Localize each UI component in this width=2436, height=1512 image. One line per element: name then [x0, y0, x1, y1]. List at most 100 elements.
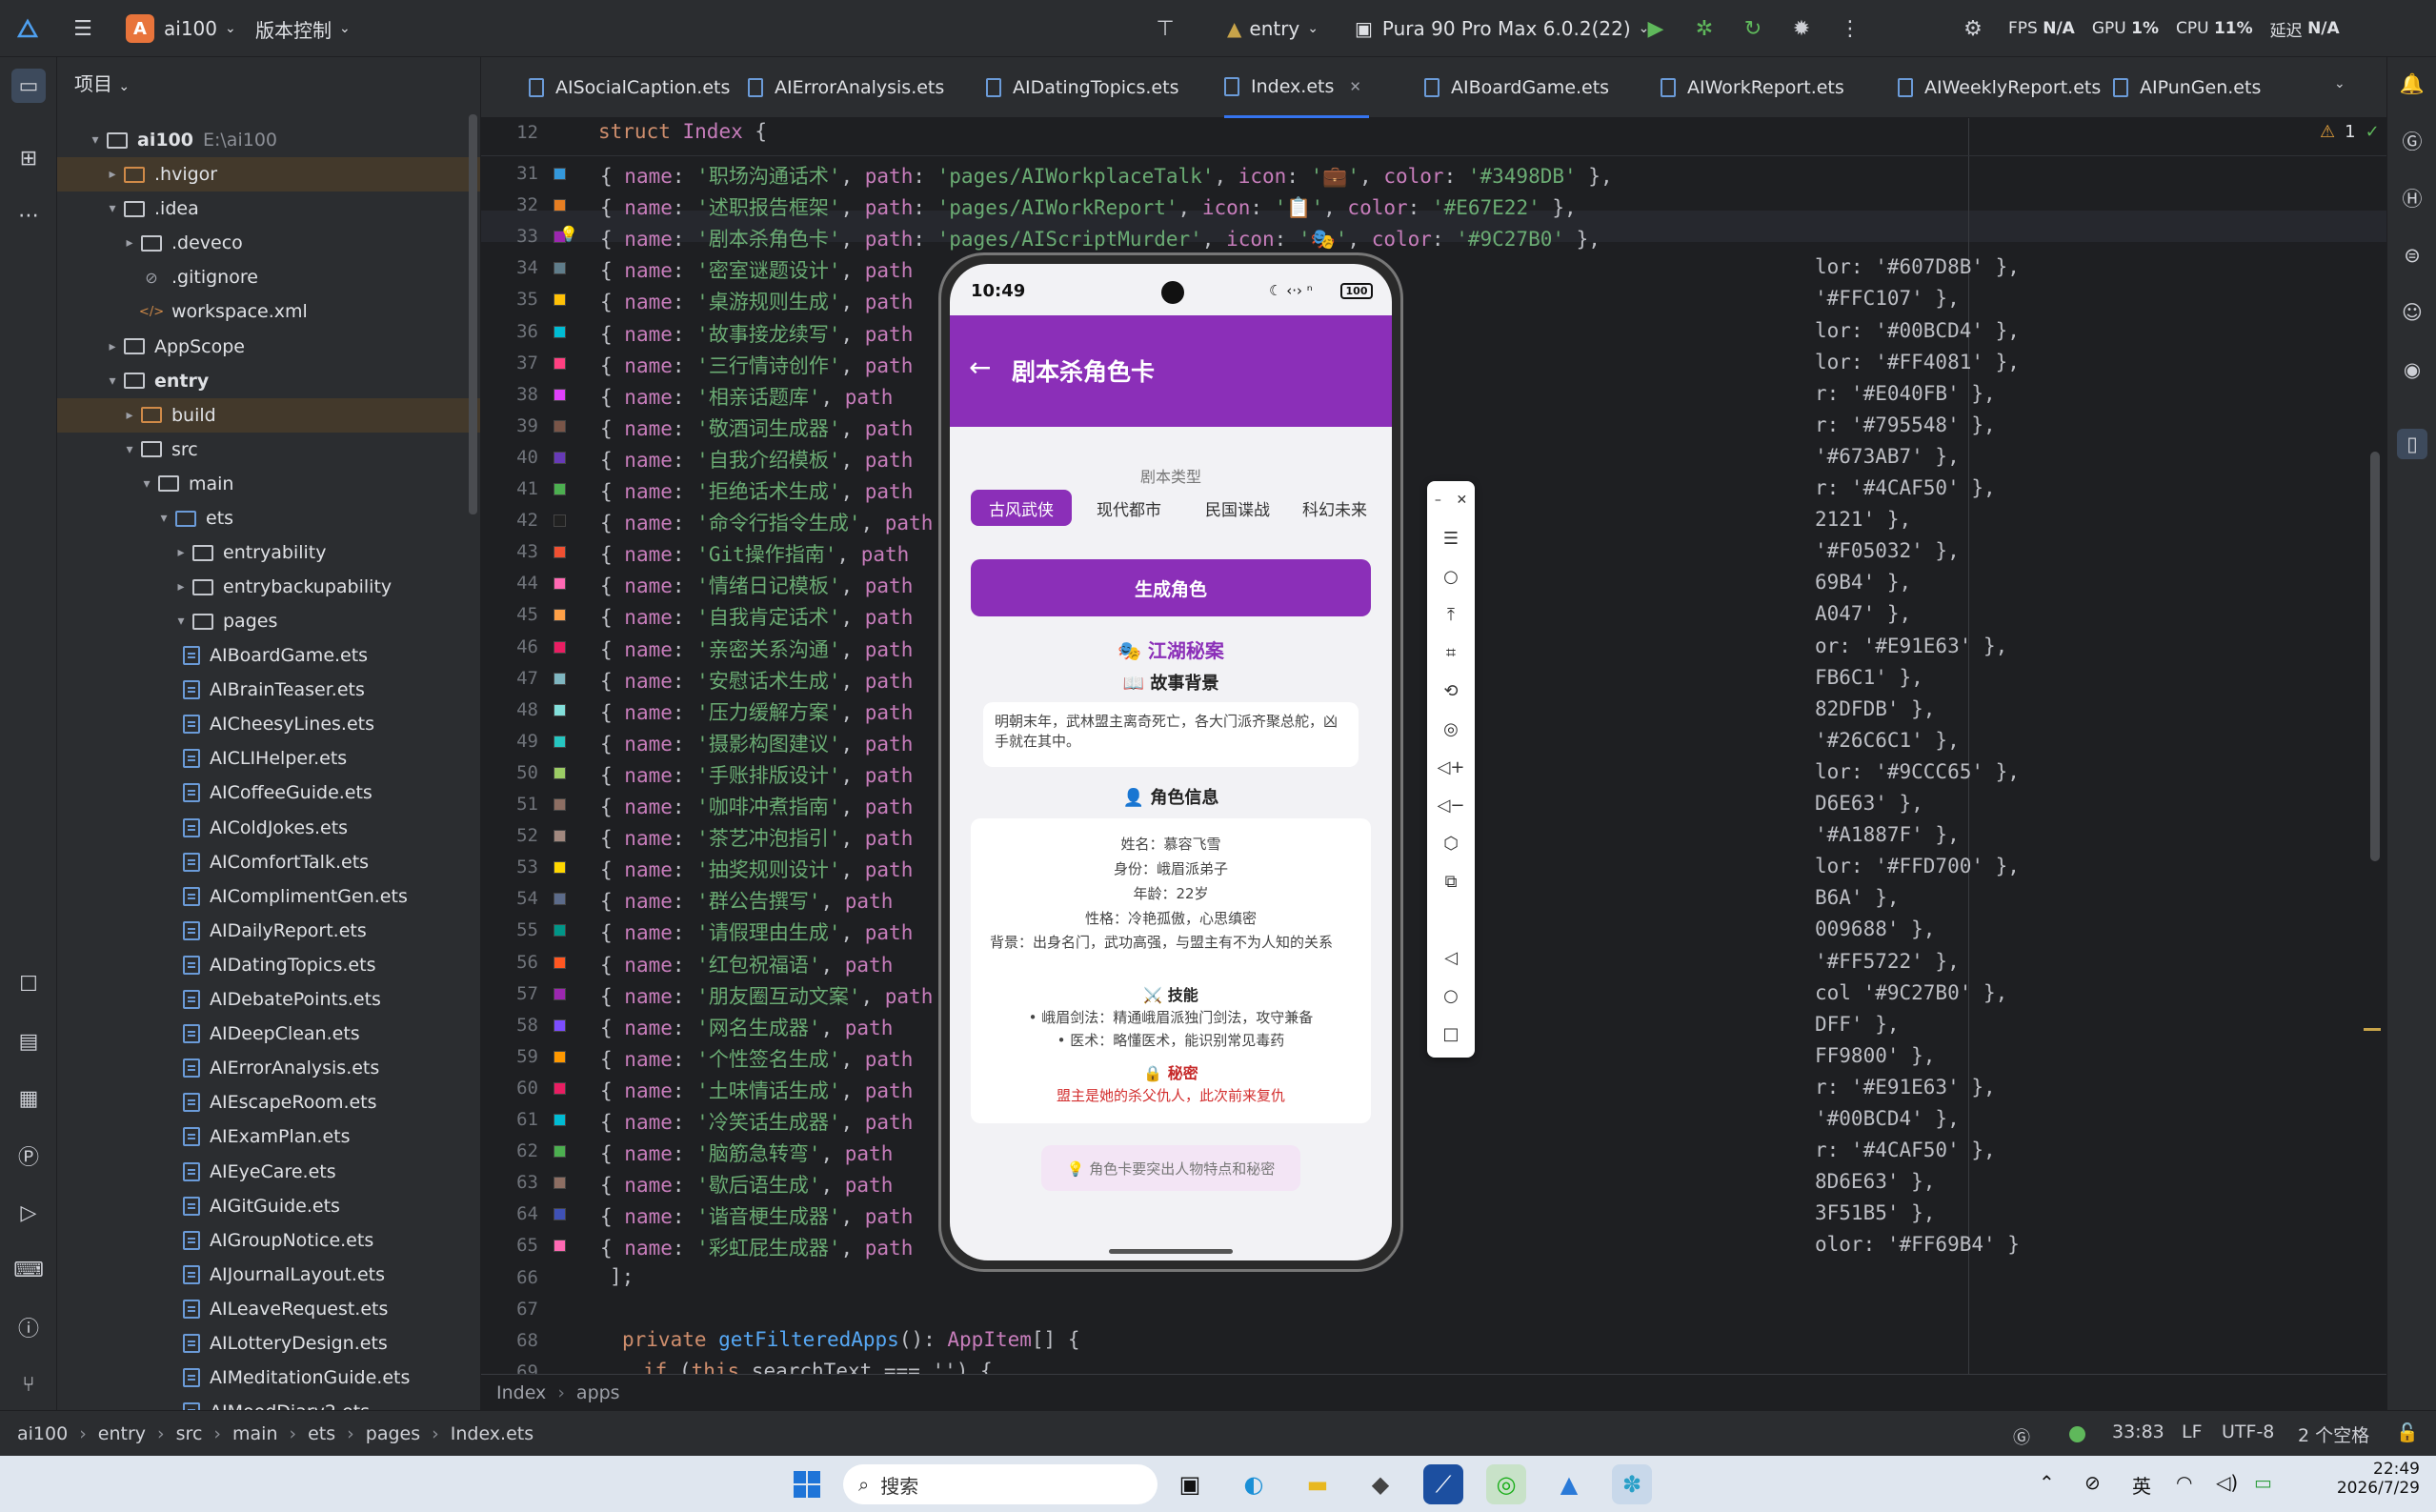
breadcrumb-item[interactable]: Index — [496, 1382, 546, 1403]
editor-scrollbar[interactable] — [2370, 452, 2380, 861]
file-node[interactable]: AIGitGuide.ets — [57, 1189, 480, 1223]
screenshot-icon[interactable]: ⧉ — [1427, 864, 1475, 898]
file-node[interactable]: AIDatingTopics.ets — [57, 948, 480, 982]
color-swatch[interactable] — [554, 1145, 566, 1159]
type-chip[interactable]: 现代都市 — [1083, 490, 1175, 526]
color-swatch[interactable] — [554, 987, 566, 1000]
tree-node[interactable]: ▾ ets — [57, 501, 480, 535]
vcs-menu[interactable]: 版本控制 ⌄ — [255, 0, 351, 57]
file-node[interactable]: AIEscapeRoom.ets — [57, 1085, 480, 1119]
run-icon[interactable]: ▶ — [1641, 14, 1670, 43]
color-swatch[interactable] — [554, 356, 566, 370]
file-node[interactable]: AIColdJokes.ets — [57, 811, 480, 845]
caret-position[interactable]: 33:83 — [2112, 1421, 2164, 1442]
device-selector[interactable]: ▣ Pura 90 Pro Max 6.0.2(22) ⌄ — [1355, 0, 1649, 57]
device-manager-icon[interactable]: ▯ — [2397, 429, 2427, 459]
editor-tab[interactable]: Index.ets ✕ — [1224, 57, 1369, 118]
back-icon[interactable]: ◁ — [1427, 940, 1475, 975]
tree-node[interactable]: </> workspace.xml — [57, 294, 480, 329]
color-swatch[interactable] — [554, 419, 566, 433]
file-node[interactable]: AIExamPlan.ets — [57, 1119, 480, 1154]
file-node[interactable]: AIDebatePoints.ets — [57, 982, 480, 1017]
color-swatch[interactable] — [554, 577, 566, 591]
breadcrumb-item[interactable]: apps — [576, 1382, 620, 1403]
volume-down-icon[interactable]: ◁− — [1427, 788, 1475, 822]
copilot-status-icon[interactable]: Ⓖ — [2013, 1424, 2030, 1449]
crop-icon[interactable]: ⌗ — [1427, 635, 1475, 670]
cube-app-icon[interactable]: ◆ — [1360, 1464, 1400, 1504]
file-node[interactable]: AIBrainTeaser.ets — [57, 673, 480, 707]
editor-tab[interactable]: AIDatingTopics.ets — [986, 57, 1178, 118]
file-node[interactable]: AIJournalLayout.ets — [57, 1258, 480, 1292]
type-chip[interactable]: 民国谍战 — [1192, 490, 1283, 526]
harmony-icon[interactable]: Ⓗ — [2397, 183, 2427, 213]
editor-tab[interactable]: AIWorkReport.ets — [1661, 57, 1844, 118]
color-swatch[interactable] — [554, 1240, 566, 1253]
project-switcher[interactable]: A ai100 ⌄ — [126, 0, 236, 57]
pin-top-icon[interactable]: ⤒ — [1427, 597, 1475, 632]
structure-icon[interactable]: ⊞ — [11, 141, 46, 175]
more-icon[interactable]: ⋮ — [1836, 14, 1864, 43]
color-swatch[interactable] — [554, 514, 566, 528]
color-swatch[interactable] — [554, 798, 566, 811]
fold-icon[interactable]: ⬡ — [1427, 826, 1475, 860]
terminal-icon[interactable]: ⌨ — [11, 1253, 46, 1287]
line-separator[interactable]: LF — [2182, 1421, 2203, 1442]
wifi-icon[interactable]: ◠ — [2176, 1471, 2192, 1494]
taskbar-search[interactable]: ⌕ 搜索 — [843, 1464, 1158, 1504]
color-swatch[interactable] — [554, 956, 566, 969]
editor-tab[interactable]: AIBoardGame.ets — [1424, 57, 1609, 118]
run-config-selector[interactable]: ▲ entry ⌄ — [1227, 0, 1319, 57]
close-tab-icon[interactable]: ✕ — [1349, 78, 1361, 95]
deveco-icon[interactable]: ▲ — [1549, 1464, 1589, 1504]
color-swatch[interactable] — [554, 735, 566, 748]
phone-screen[interactable]: 10:49 ☾ ‹·› ⁿ 100 ← 剧本杀角色卡 剧本类型 古风武侠 现代都… — [950, 264, 1392, 1260]
recents-icon[interactable]: □ — [1427, 1017, 1475, 1051]
color-swatch[interactable] — [554, 1114, 566, 1126]
file-node[interactable]: AIErrorAnalysis.ets — [57, 1051, 480, 1085]
file-node[interactable]: AIGroupNotice.ets — [57, 1223, 480, 1258]
type-chip-selected[interactable]: 古风武侠 — [971, 490, 1072, 526]
arkts-icon[interactable]: ⊤ — [1151, 14, 1179, 43]
minimize-icon[interactable]: – — [1435, 493, 1441, 508]
file-node[interactable]: AIMoodDiary2.ets — [57, 1395, 480, 1410]
problems-icon[interactable]: ⓘ — [11, 1310, 46, 1344]
file-node[interactable]: AICheesyLines.ets — [57, 707, 480, 741]
todo-icon[interactable]: ☐ — [11, 967, 46, 1001]
tree-node[interactable]: ▾ src — [57, 433, 480, 467]
indent-setting[interactable]: 2 个空格 — [2298, 1421, 2369, 1447]
status-path-item[interactable]: entry — [98, 1423, 146, 1444]
lightbulb-icon[interactable]: 💡 — [559, 225, 578, 243]
color-swatch[interactable] — [554, 451, 566, 464]
file-node[interactable]: AILotteryDesign.ets — [57, 1326, 480, 1361]
file-node[interactable]: AIDeepClean.ets — [57, 1017, 480, 1051]
main-menu-icon[interactable]: ☰ — [69, 14, 97, 43]
color-swatch[interactable] — [554, 262, 566, 275]
database-icon[interactable]: ⊜ — [2397, 240, 2427, 271]
file-node[interactable]: AIDailyReport.ets — [57, 914, 480, 948]
tree-node[interactable]: ▸ AppScope — [57, 330, 480, 364]
editor-tab[interactable]: AIErrorAnalysis.ets — [748, 57, 944, 118]
location-icon[interactable]: ◎ — [1427, 712, 1475, 746]
debug-icon[interactable]: ✲ — [1690, 14, 1719, 43]
ime-indicator[interactable]: 英 — [2132, 1471, 2151, 1499]
color-swatch[interactable] — [554, 1208, 566, 1221]
file-node[interactable]: AIEyeCare.ets — [57, 1155, 480, 1189]
file-node[interactable]: AILeaveRequest.ets — [57, 1292, 480, 1326]
color-swatch[interactable] — [554, 703, 566, 716]
color-swatch[interactable] — [554, 861, 566, 875]
file-node[interactable]: AIMeditationGuide.ets — [57, 1361, 480, 1395]
status-path-item[interactable]: Index.ets — [451, 1423, 534, 1444]
tree-node[interactable]: ▸ entryability — [57, 535, 480, 570]
file-node[interactable]: AIBoardGame.ets — [57, 638, 480, 673]
edge-icon[interactable]: ◐ — [1234, 1464, 1274, 1504]
file-node[interactable]: AIComfortTalk.ets — [57, 845, 480, 879]
generate-button[interactable]: 生成角色 — [971, 559, 1371, 616]
color-swatch[interactable] — [554, 168, 566, 180]
notifications-icon[interactable]: 🔔 — [2397, 69, 2427, 99]
status-path-item[interactable]: main — [232, 1423, 277, 1444]
tree-node[interactable]: ▸ build — [57, 397, 480, 433]
color-swatch[interactable] — [554, 640, 566, 654]
color-swatch[interactable] — [554, 766, 566, 779]
tree-root[interactable]: ▾ ai100 E:\ai100 — [57, 123, 480, 157]
